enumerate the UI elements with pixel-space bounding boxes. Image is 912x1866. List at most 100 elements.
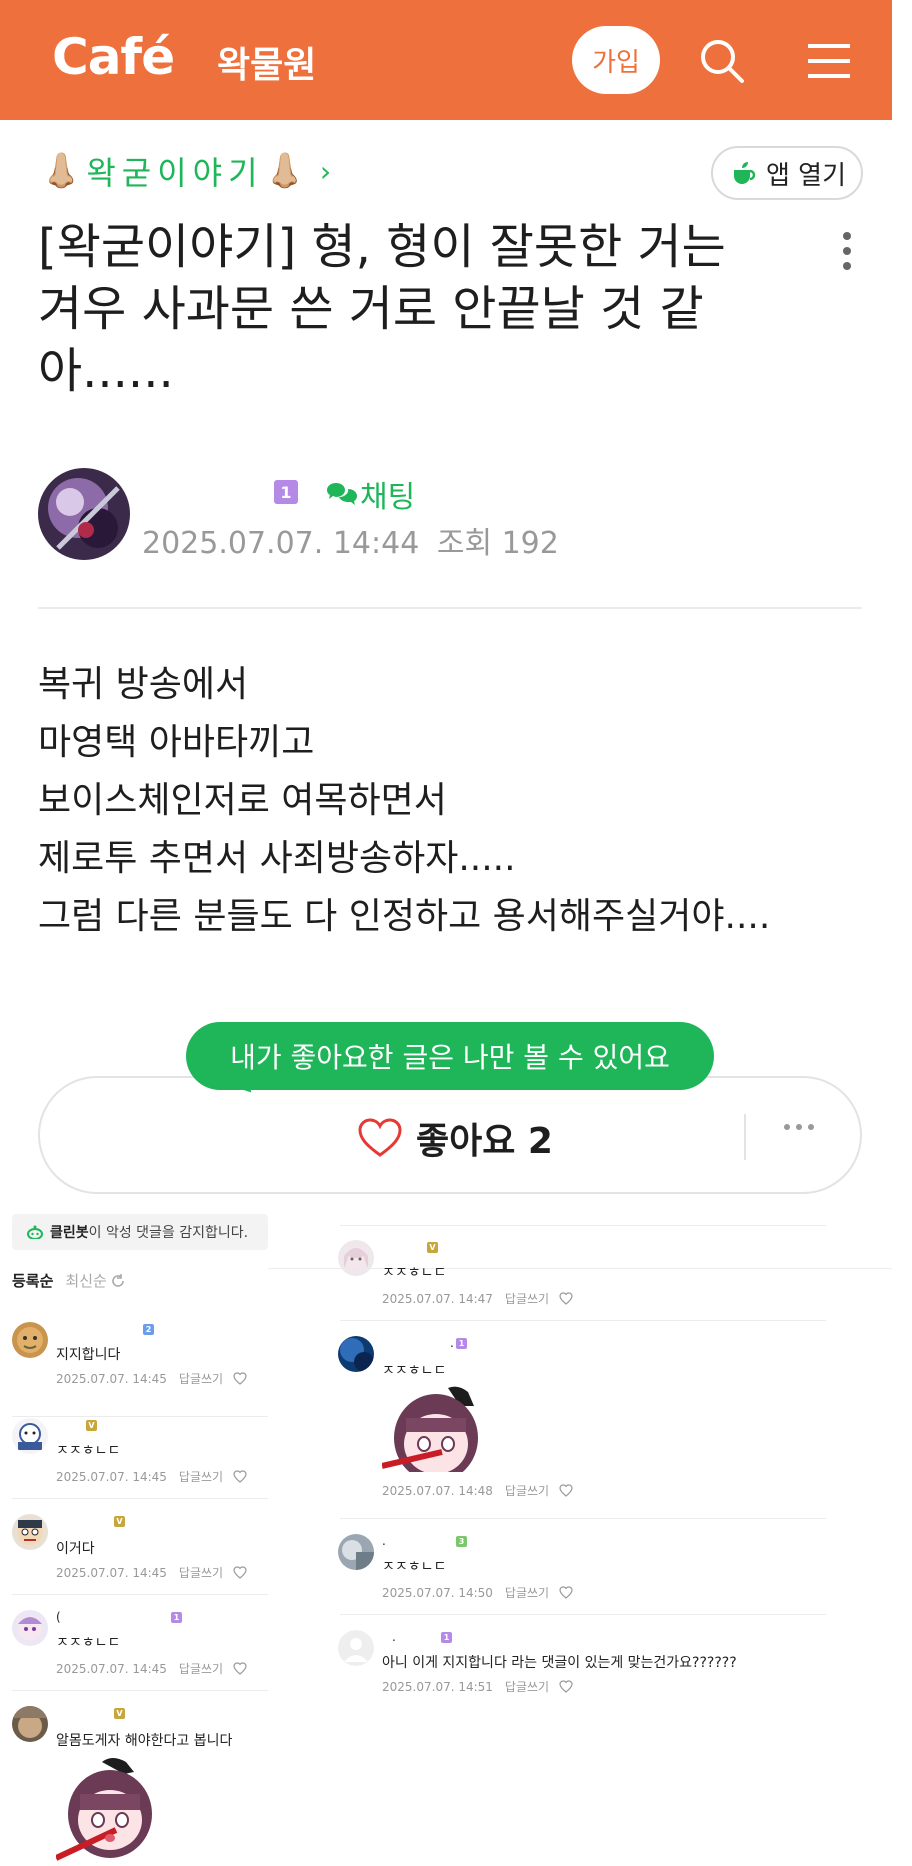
comment-text: 아니 이게 지지합니다 라는 댓글이 있는게 맞는건가요?????? — [382, 1655, 737, 1671]
reply-button[interactable]: 답글쓰기 — [179, 1370, 223, 1387]
comment-time: 2025.07.07. 14:45 — [56, 1661, 167, 1676]
reply-button[interactable]: 답글쓰기 — [505, 1584, 549, 1601]
body-line: 제로투 추면서 사죄방송하자..... — [38, 838, 516, 879]
avatar[interactable] — [12, 1418, 48, 1454]
body-line: 복귀 방송에서 — [38, 664, 249, 705]
heart-icon[interactable] — [233, 1566, 247, 1579]
divider — [12, 1690, 268, 1691]
more-options-icon[interactable] — [840, 232, 854, 276]
more-horizontal-icon[interactable] — [784, 1124, 814, 1130]
menu-icon[interactable] — [804, 36, 854, 86]
comment-author[interactable]: . — [382, 1534, 386, 1548]
app-open-label: 앱 열기 — [765, 160, 847, 191]
comment-time: 2025.07.07. 14:45 — [56, 1565, 167, 1580]
comment-text: 알몸도게자 해야한다고 봅니다 — [56, 1733, 233, 1749]
post-date: 2025.07.07. 14:44 — [142, 526, 420, 561]
heart-icon[interactable] — [233, 1372, 247, 1385]
comment-meta: 2025.07.07. 14:45 답글쓰기 — [56, 1370, 247, 1387]
level-badge: V — [114, 1708, 125, 1719]
comment-item: V 이거다 2025.07.07. 14:45 답글쓰기 — [12, 1514, 268, 1594]
top-bar: Café 왁물원 가입 — [0, 0, 892, 120]
cafe-logo[interactable]: Café — [52, 28, 175, 86]
comment-item: 2 지지합니다 2025.07.07. 14:45 답글쓰기 — [12, 1322, 268, 1402]
cleanbot-name: 클린봇 — [50, 1225, 89, 1241]
comment-time: 2025.07.07. 14:50 — [382, 1585, 493, 1600]
body-line: 그럼 다른 분들도 다 인정하고 용서해주실거야.... — [38, 896, 771, 937]
level-badge: 1 — [171, 1612, 182, 1623]
level-badge: 2 — [143, 1324, 154, 1335]
comment-meta: 2025.07.07. 14:50 답글쓰기 — [382, 1584, 573, 1601]
board-link[interactable]: 👃🏼 왁굳이야기 👃🏼 › — [40, 148, 331, 194]
post-meta: 2025.07.07. 14:44 조회 192 — [142, 518, 559, 562]
level-badge: V — [114, 1516, 125, 1527]
divider — [12, 1594, 268, 1595]
level-badge: V — [86, 1420, 97, 1431]
avatar[interactable] — [12, 1514, 48, 1550]
comment-meta: 2025.07.07. 14:45 답글쓰기 — [56, 1468, 247, 1485]
chat-icon — [327, 483, 357, 505]
heart-icon — [358, 1118, 402, 1157]
comment-meta: 2025.07.07. 14:45 답글쓰기 — [56, 1660, 247, 1677]
refresh-icon[interactable] — [110, 1273, 126, 1289]
reply-button[interactable]: 답글쓰기 — [179, 1468, 223, 1485]
divider — [340, 1225, 826, 1226]
avatar[interactable] — [338, 1240, 374, 1276]
avatar[interactable] — [338, 1336, 374, 1372]
divider — [12, 1416, 268, 1417]
comment-text: ㅈㅈㅎㄴㄷ — [56, 1635, 121, 1651]
heart-icon[interactable] — [559, 1586, 573, 1599]
cleanbot-icon — [27, 1225, 43, 1239]
chat-link[interactable]: 채팅 — [326, 472, 415, 516]
reply-button[interactable]: 답글쓰기 — [179, 1564, 223, 1581]
reply-button[interactable]: 답글쓰기 — [505, 1290, 549, 1307]
heart-icon[interactable] — [233, 1470, 247, 1483]
level-badge: 1 — [456, 1338, 467, 1349]
avatar[interactable] — [338, 1630, 374, 1666]
author-avatar[interactable] — [38, 468, 130, 560]
sort-latest[interactable]: 최신순 — [65, 1270, 106, 1291]
search-icon[interactable] — [697, 36, 747, 86]
divider — [340, 1614, 826, 1615]
comment-meta: 2025.07.07. 14:45 답글쓰기 — [56, 1564, 247, 1581]
app-open-button[interactable]: 앱 열기 — [711, 146, 863, 200]
post-title: [왁굳이야기] 형, 형이 잘못한 거는 겨우 사과문 쓴 거로 안끝날 것 같… — [38, 219, 726, 399]
heart-icon[interactable] — [233, 1662, 247, 1675]
heart-icon[interactable] — [559, 1292, 573, 1305]
level-badge: 1 — [441, 1632, 452, 1643]
comment-author[interactable]: . — [392, 1630, 396, 1644]
comment-item: V 알몸도게자 해야한다고 봅니다 — [12, 1706, 268, 1866]
comment-author[interactable]: . — [450, 1336, 454, 1350]
comment-item: . 3 ㅈㅈㅎㄴㄷ 2025.07.07. 14:50 답글쓰기 — [338, 1534, 828, 1614]
like-button[interactable]: 좋아요 2 — [358, 1112, 553, 1164]
comment-time: 2025.07.07. 14:51 — [382, 1679, 493, 1694]
board-name: 왁굳이야기 — [86, 154, 264, 192]
body-line: 마영택 아바타끼고 — [38, 722, 315, 763]
reply-button[interactable]: 답글쓰기 — [505, 1678, 549, 1695]
level-badge: 1 — [274, 480, 298, 504]
level-badge: 3 — [456, 1536, 467, 1547]
avatar[interactable] — [12, 1706, 48, 1742]
comment-meta: 2025.07.07. 14:47 답글쓰기 — [382, 1290, 573, 1307]
divider — [340, 1320, 826, 1321]
sort-registered[interactable]: 등록순 — [12, 1270, 53, 1291]
reply-button[interactable]: 답글쓰기 — [179, 1660, 223, 1677]
join-button[interactable]: 가입 — [572, 26, 660, 94]
like-divider — [744, 1114, 746, 1160]
comment-item: . 1 아니 이게 지지합니다 라는 댓글이 있는게 맞는건가요?????? 2… — [338, 1630, 838, 1710]
comment-sticker — [382, 1386, 492, 1472]
comment-item: . 1 ㅈㅈㅎㄴㄷ 2025.07.07. 14:48 답글쓰기 — [338, 1336, 828, 1499]
cafe-name[interactable]: 왁물원 — [217, 36, 316, 88]
divider — [340, 1518, 826, 1519]
reply-button[interactable]: 답글쓰기 — [505, 1482, 549, 1499]
comment-item: ( 1 ㅈㅈㅎㄴㄷ 2025.07.07. 14:45 답글쓰기 — [12, 1610, 268, 1690]
comment-sort: 등록순 최신순 — [12, 1270, 126, 1291]
avatar[interactable] — [12, 1610, 48, 1646]
comment-author[interactable]: ( — [56, 1610, 61, 1624]
comment-time: 2025.07.07. 14:45 — [56, 1469, 167, 1484]
heart-icon[interactable] — [559, 1484, 573, 1497]
comment-time: 2025.07.07. 14:48 — [382, 1483, 493, 1498]
avatar[interactable] — [338, 1534, 374, 1570]
nose-icon: 👃🏼 — [40, 151, 83, 191]
heart-icon[interactable] — [559, 1680, 573, 1693]
avatar[interactable] — [12, 1322, 48, 1358]
